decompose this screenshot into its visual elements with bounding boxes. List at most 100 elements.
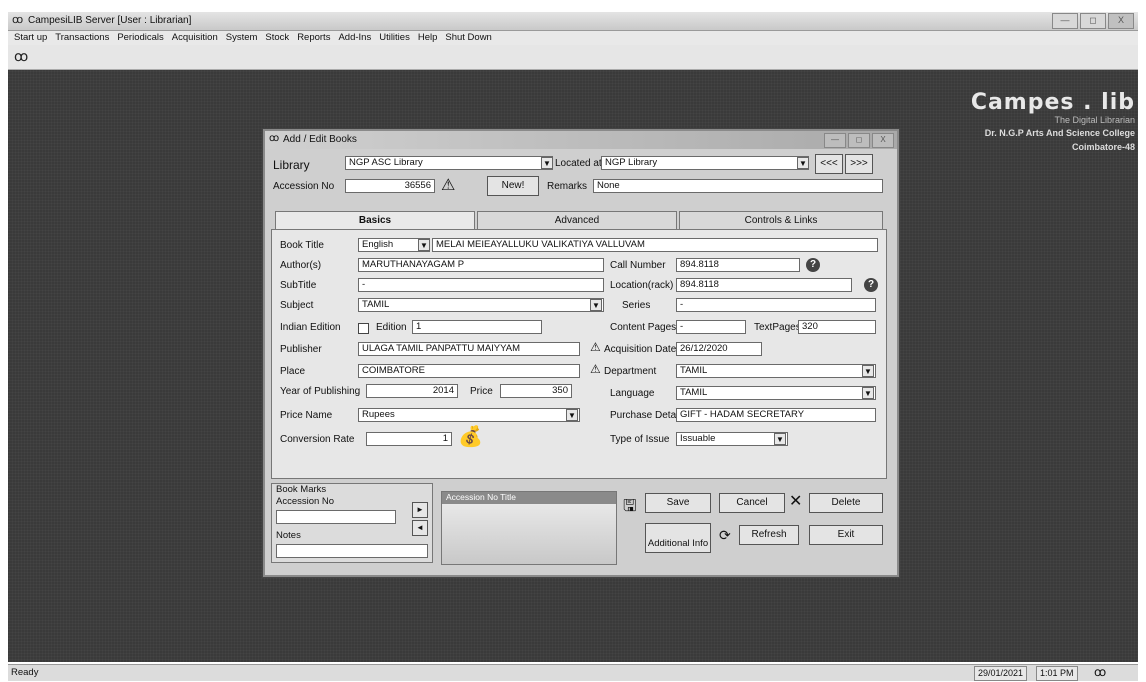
price-name-select[interactable]: Rupees (358, 408, 580, 422)
new-button[interactable]: New! (487, 176, 539, 196)
type-of-issue-dropdown-icon[interactable]: ▼ (774, 433, 786, 445)
department-select[interactable]: TAMIL (676, 364, 876, 378)
library-dropdown-icon[interactable]: ▼ (541, 157, 553, 169)
content-pages-field[interactable]: - (676, 320, 746, 334)
language-select[interactable]: TAMIL (676, 386, 876, 400)
title-language-dropdown-icon[interactable]: ▼ (418, 239, 430, 251)
call-number-label: Call Number (610, 260, 666, 271)
tab-advanced[interactable]: Advanced (477, 211, 677, 229)
college-name: Dr. N.G.P Arts And Science College (984, 128, 1135, 138)
subject-dropdown-icon[interactable]: ▼ (590, 299, 602, 311)
tab-controls-links[interactable]: Controls & Links (679, 211, 883, 229)
dialog-close-button[interactable]: X (872, 133, 894, 148)
dialog-minimize-button[interactable]: — (824, 133, 846, 148)
indian-edition-checkbox[interactable] (358, 323, 369, 334)
subtitle-field[interactable]: - (358, 278, 604, 292)
bookmark-notes-field[interactable] (276, 544, 428, 558)
warning-icon: ⚠ (441, 177, 456, 194)
department-dropdown-icon[interactable]: ▼ (862, 365, 874, 377)
menu-bar: Start up Transactions Periodicals Acquis… (8, 31, 1138, 45)
next-record-button[interactable]: >>> (845, 154, 873, 174)
located-at-select[interactable]: NGP Library (601, 156, 809, 170)
menu-acquisition[interactable]: Acquisition (172, 31, 218, 45)
previous-record-button[interactable]: <<< (815, 154, 843, 174)
menu-transactions[interactable]: Transactions (55, 31, 109, 45)
text-pages-field[interactable]: 320 (798, 320, 876, 334)
menu-reports[interactable]: Reports (297, 31, 330, 45)
acquisition-date-field[interactable]: 26/12/2020 (676, 342, 762, 356)
dialog-icon: ꝏ (269, 133, 280, 144)
tab-basics[interactable]: Basics (275, 211, 475, 229)
call-number-field[interactable]: 894.8118 (676, 258, 800, 272)
cancel-x-icon: ✕ (789, 493, 803, 510)
exit-button[interactable]: Exit (809, 525, 883, 545)
subject-select[interactable]: TAMIL (358, 298, 604, 312)
bookmarks-group: Book Marks Accession No ► ◄ Notes (271, 483, 433, 563)
purchase-details-field[interactable]: GIFT - HADAM SECRETARY (676, 408, 876, 422)
accession-no-field[interactable]: 36556 (345, 179, 435, 193)
maximize-button[interactable]: ◻ (1080, 13, 1106, 29)
conversion-rate-field[interactable]: 1 (366, 432, 452, 446)
price-field[interactable]: 350 (500, 384, 572, 398)
library-select[interactable]: NGP ASC Library (345, 156, 553, 170)
edition-field[interactable]: 1 (412, 320, 542, 334)
text-pages-label: TextPages (754, 322, 801, 333)
library-logo-icon[interactable]: ꝏ (14, 48, 28, 65)
menu-stock[interactable]: Stock (265, 31, 289, 45)
location-help-icon[interactable]: ? (864, 278, 878, 292)
menu-add-ins[interactable]: Add-Ins (338, 31, 371, 45)
located-dropdown-icon[interactable]: ▼ (797, 157, 809, 169)
series-label: Series (622, 300, 651, 311)
year-of-publishing-label: Year of Publishing (280, 386, 361, 397)
type-of-issue-label: Type of Issue (610, 434, 670, 445)
purchase-details-label: Purchase Details (610, 410, 686, 421)
price-name-dropdown-icon[interactable]: ▼ (566, 409, 578, 421)
year-of-publishing-field[interactable]: 2014 (366, 384, 458, 398)
publisher-field[interactable]: ULAGA TAMIL PANPATTU MAIYYAM (358, 342, 580, 356)
price-label: Price (470, 386, 493, 397)
bookmark-list[interactable]: Accession No Title (441, 491, 617, 565)
basics-panel: Book Title English ▼ MELAI MEIEAYALLUKU … (271, 229, 887, 479)
bookmark-add-button[interactable]: ► (412, 502, 428, 518)
dialog-maximize-button[interactable]: ◻ (848, 133, 870, 148)
status-time: 1:01 PM (1036, 666, 1078, 681)
type-of-issue-select[interactable]: Issuable (676, 432, 788, 446)
app-title: CampesiLIB Server [User : Librarian] (28, 15, 192, 26)
accession-no-label: Accession No (273, 181, 335, 192)
menu-start-up[interactable]: Start up (14, 31, 47, 45)
location-rack-field[interactable]: 894.8118 (676, 278, 852, 292)
remarks-field[interactable]: None (593, 179, 883, 193)
add-edit-books-dialog: ꝏ Add / Edit Books — ◻ X Library NGP ASC… (263, 129, 899, 577)
department-label: Department (604, 366, 657, 377)
bookmark-accession-label: Accession No (276, 496, 335, 507)
language-dropdown-icon[interactable]: ▼ (862, 387, 874, 399)
additional-info-button[interactable]: Additional Info (645, 523, 711, 553)
refresh-button[interactable]: Refresh (739, 525, 799, 545)
menu-shut-down[interactable]: Shut Down (445, 31, 491, 45)
menu-utilities[interactable]: Utilities (379, 31, 410, 45)
place-field[interactable]: COIMBATORE (358, 364, 580, 378)
menu-help[interactable]: Help (418, 31, 438, 45)
cancel-button[interactable]: Cancel (719, 493, 785, 513)
series-field[interactable]: - (676, 298, 876, 312)
minimize-button[interactable]: — (1052, 13, 1078, 29)
close-button[interactable]: X (1108, 13, 1134, 29)
indian-edition-label: Indian Edition (280, 322, 341, 333)
department-warning-icon: ⚠ (590, 362, 601, 376)
money-bag-icon: 💰 (458, 426, 483, 448)
menu-periodicals[interactable]: Periodicals (117, 31, 163, 45)
save-button[interactable]: Save (645, 493, 711, 513)
book-title-field[interactable]: MELAI MEIEAYALLUKU VALIKATIYA VALLUVAM (432, 238, 878, 252)
call-number-help-icon[interactable]: ? (806, 258, 820, 272)
delete-button[interactable]: Delete (809, 493, 883, 513)
located-at-label: Located at (555, 158, 602, 169)
bookmark-remove-button[interactable]: ◄ (412, 520, 428, 536)
brand-logo: Campes . lib (970, 90, 1135, 115)
edition-label: Edition (376, 322, 407, 333)
dialog-title: Add / Edit Books (283, 134, 357, 145)
menu-system[interactable]: System (226, 31, 258, 45)
bookmark-accession-field[interactable] (276, 510, 396, 524)
save-disk-icon: 🖫 (623, 498, 637, 515)
authors-field[interactable]: MARUTHANAYAGAM P (358, 258, 604, 272)
tab-strip: Basics Advanced Controls & Links (271, 211, 887, 229)
